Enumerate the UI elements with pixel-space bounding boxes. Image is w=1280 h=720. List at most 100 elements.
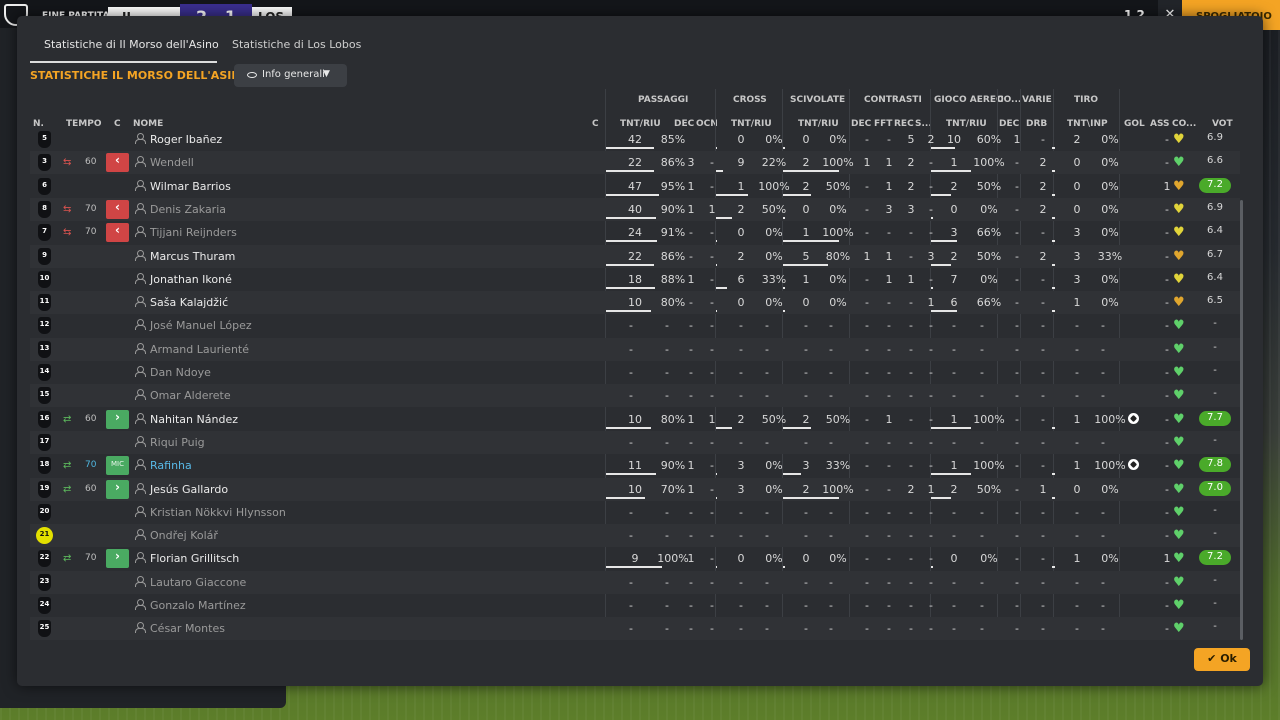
sub-on-button[interactable]: › [106, 409, 129, 429]
stat-cell: - [865, 319, 869, 333]
sub-off-button[interactable]: ‹ [106, 153, 129, 173]
tackle-pct: 100% [822, 156, 854, 170]
header-group-1[interactable]: CROSS [733, 95, 767, 105]
stat-cell: - [909, 575, 913, 589]
person-icon [135, 529, 146, 541]
stat-cell: - [980, 342, 984, 356]
player-name[interactable]: Roger Ibañez [150, 133, 222, 146]
view-dropdown-label: Info generali [262, 69, 325, 80]
header-group-0[interactable]: PASSAGGI [638, 95, 688, 105]
stat-cell: - [952, 622, 956, 636]
header-group-7[interactable]: TIRO [1074, 95, 1098, 105]
sub-minute: 60 [85, 413, 97, 424]
table-row[interactable]: 9 Marcus Thuram 22 86% - -2 0% 5 80% 1 1-3 2 50% -2 3 3… [30, 244, 1240, 268]
table-scrollbar[interactable] [1240, 200, 1243, 640]
player-name[interactable]: Saša Kalajdžić [150, 296, 228, 309]
stat-cell: - [765, 366, 769, 379]
pass-bar [606, 426, 651, 429]
player-name[interactable]: Wendell [150, 156, 194, 169]
table-row[interactable]: 19 ⇄ 60 › Jesús Gallardo 10 70% 1-3 0% 2 100% - -2 1 2… [30, 477, 1240, 501]
player-name[interactable]: Marcus Thuram [150, 250, 235, 263]
player-name[interactable]: Jonathan Ikoné [150, 273, 232, 286]
player-name[interactable]: Lautaro Giaccone [150, 576, 246, 589]
table-row[interactable]: 11 Saša Kalajdžić 10 80% - -0 0% 0 0% - - -1 6 66% - -1… [30, 291, 1240, 315]
pass-attempts: 42 [628, 133, 642, 146]
aerial-bar [931, 473, 971, 476]
tackle-attempts: 2 [802, 412, 810, 426]
player-name[interactable]: Gonzalo Martínez [150, 599, 246, 612]
header-group-2[interactable]: SCIVOLATE [790, 95, 845, 105]
tackle-bar [783, 310, 785, 313]
table-row[interactable]: 6 Wilmar Barrios 47 95% 1-1 100% 2 50% -1 2-2 50% -… [30, 175, 1240, 198]
pass-dec: 1 [687, 459, 695, 473]
tackle-bar [783, 473, 801, 476]
table-row[interactable]: 24 Gonzalo Martínez - - - - - - - - - - - - - - - - - - - - ♥ [30, 594, 1240, 617]
stat-cell: - [1075, 342, 1079, 356]
tab-away-stats[interactable]: Statistiche di Los Lobos [232, 38, 361, 51]
table-row[interactable]: 21 Ondřej Kolář - - - - - - - - - - - - - - - - - - - - ♥ [30, 524, 1240, 548]
sub-on-button[interactable]: › [106, 549, 129, 569]
table-row[interactable]: 7 ⇆ 70 ‹ Tijjani Reijnders 24 91% - -0 0% 1 100% - - -… [30, 221, 1240, 244]
table-row[interactable]: 17 Riqui Puig - - - - - - - - - - - - - - - - - - - - ♥ [30, 430, 1240, 454]
tab-home-stats[interactable]: Statistiche di Il Morso dell'Asino [44, 38, 219, 51]
player-name[interactable]: Wilmar Barrios [150, 180, 231, 193]
player-name[interactable]: Florian Grillitsch [150, 552, 239, 565]
sub-off-button[interactable]: ‹ [106, 199, 129, 219]
position-badge[interactable]: MIC [106, 456, 129, 476]
table-row[interactable]: 25 César Montes - - - - - - - - - - - - - - - - - - - - ♥ [30, 617, 1240, 640]
table-row[interactable]: 8 ⇆ 70 ‹ Denis Zakaria 40 90% 1 1 2 50% 0 0% -3 3-0 0% -… [30, 197, 1240, 221]
player-name[interactable]: Tijjani Reijnders [150, 226, 237, 239]
aerial-bar [931, 310, 957, 313]
player-name[interactable]: César Montes [150, 622, 225, 635]
header-group-3[interactable]: CONTRASTI [864, 95, 922, 105]
player-name[interactable]: Nahitan Nández [150, 413, 238, 426]
pass-dec: - [689, 249, 693, 263]
ok-button[interactable]: ✔ Ok [1194, 648, 1250, 671]
player-name[interactable]: Kristian Nökkvi Hlynsson [150, 506, 286, 519]
table-row[interactable]: 10 Jonathan Ikoné 18 88% 1-6 33% 1 0% -1 1-7 0% - -3… [30, 268, 1240, 291]
stat-cell: - [1101, 366, 1105, 379]
contest-dec: - [865, 412, 869, 426]
stat-cell: - [929, 599, 933, 612]
table-row[interactable]: 20 Kristian Nökkvi Hlynsson - - - - - - - - - - - - - -… [30, 501, 1240, 524]
shot-attempts: 3 [1073, 249, 1081, 263]
shot-attempts: 2 [1073, 133, 1081, 146]
header-group-5[interactable]: CO... [997, 95, 1021, 105]
table-row[interactable]: 23 Lautaro Giaccone - - - - - - - - - - - - - - - - - - - - ♥ [30, 570, 1240, 594]
player-name[interactable]: Riqui Puig [150, 436, 205, 449]
header-group-4[interactable]: GIOCO AEREO [934, 95, 1004, 105]
table-row[interactable]: 5 Roger Ibañez 42 85% 0 0% 0 0% - -5 2 10 60% 1-2 0% -6… [30, 128, 1240, 151]
table-row[interactable]: 12 José Manuel López - - - - - - - - - - - - - - - - - - - - ♥ [30, 314, 1240, 337]
sub-off-button[interactable]: ‹ [106, 223, 129, 243]
tackle-pct: 80% [825, 249, 851, 263]
stat-cell: - [909, 599, 913, 612]
table-row[interactable]: 22 ⇄ 70 › Florian Grillitsch 9 1 0 0% 1 - 0 0% 0 0% - - -… [30, 547, 1240, 570]
table-row[interactable]: 18 ⇄ 70 MIC Rafinha 11 90% 1-3 0% 3 33% - - - -1 100% - -… [30, 454, 1240, 477]
player-name[interactable]: Dan Ndoye [150, 366, 211, 379]
pass-bar [606, 193, 659, 196]
stat-cell: - [1041, 366, 1045, 379]
table-row[interactable]: 14 Dan Ndoye - - - - - - - - - - - - - - - - - - - - ♥ [30, 361, 1240, 384]
view-dropdown[interactable]: Info generali ▼ [234, 64, 347, 87]
table-row[interactable]: 13 Armand Laurienté - - - - - - - - - - - - - - - - - - - - ♥ [30, 337, 1240, 361]
player-name[interactable]: Jesús Gallardo [150, 483, 228, 496]
tackle-bar [783, 286, 785, 289]
table-row[interactable]: 3 ⇆ 60 ‹ Wendell 22 86% 3-9 22% 2 100% 1 1 2-1 100% -2 0… [30, 151, 1240, 175]
aerial-attempts: 0 [950, 552, 958, 566]
stat-cell: - [829, 435, 833, 449]
table-row[interactable]: 16 ⇄ 60 › Nahitan Nández 10 80% 1 1 2 50% 2 50% -1- -1… [30, 408, 1240, 431]
player-name[interactable]: Rafinha [150, 459, 192, 472]
stat-cell: - [665, 529, 669, 543]
player-name[interactable]: Denis Zakaria [150, 203, 226, 216]
header-group-6[interactable]: VARIE [1022, 95, 1052, 105]
player-name[interactable]: Omar Alderete [150, 389, 231, 402]
pass-attempts: 10 [628, 412, 642, 426]
morale-heart-icon: ♥ [1173, 411, 1185, 427]
stat-cell: - [629, 622, 633, 636]
sub-on-button[interactable]: › [106, 479, 129, 499]
player-name[interactable]: Ondřej Kolář [150, 529, 218, 542]
table-row[interactable]: 15 Omar Alderete - - - - - - - - - - - - - - - - - - - - ♥ [30, 384, 1240, 408]
shot-bar [1052, 170, 1055, 173]
player-name[interactable]: Armand Laurienté [150, 343, 249, 356]
player-name[interactable]: José Manuel López [150, 319, 252, 332]
